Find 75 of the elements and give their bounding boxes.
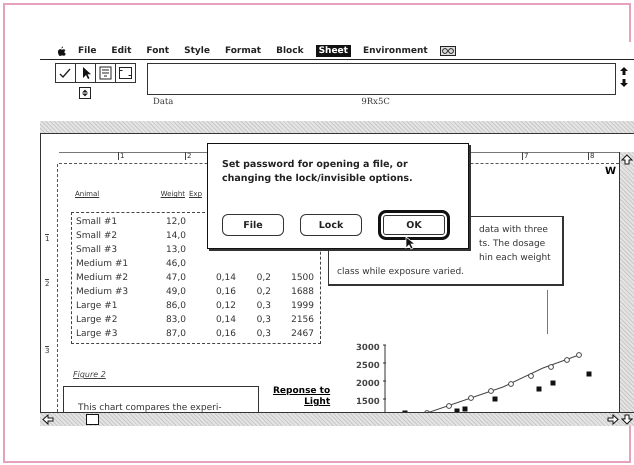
table-cell-text: Medium #3 <box>75 287 130 297</box>
chart-title: Light <box>304 397 330 408</box>
table-cell-text: 46,0 <box>164 259 186 269</box>
figure-caption: Figure 2 <box>73 370 106 379</box>
table-cell-text: 49,0 <box>164 287 186 297</box>
down-arrow-icon <box>621 414 633 425</box>
table-cell-text: Medium #1 <box>75 259 130 269</box>
heading-text: W <box>605 166 616 177</box>
text-line: data with three <box>479 224 549 237</box>
dialog-message: Set password for opening a file, or changing the lock/invisible options. <box>222 158 414 186</box>
table-cell-text: 2156 <box>290 315 314 325</box>
frame-icon[interactable] <box>116 65 134 81</box>
list-box-icon[interactable] <box>96 65 114 81</box>
table-cell-text: 0,16 <box>214 287 236 297</box>
dialog-button[interactable]: OK <box>378 210 450 240</box>
chart-title: Reponse to <box>273 386 330 397</box>
dialog-button[interactable]: File <box>222 214 284 236</box>
table-cell-text: Small #2 <box>75 231 118 241</box>
table-cell-text: 0,3 <box>256 315 271 325</box>
table-cell-text: 1999 <box>290 301 314 311</box>
menu-item[interactable]: File <box>75 44 100 56</box>
table-cell-text: 0,16 <box>214 329 236 339</box>
scroll-thumb[interactable] <box>86 414 99 425</box>
menu-item[interactable]: Environment <box>360 44 431 56</box>
table-cell-text: 83,0 <box>164 315 186 325</box>
menu-item[interactable]: Style <box>181 44 213 56</box>
table-cell-text: Small #1 <box>75 217 118 227</box>
left-arrow-icon <box>42 414 54 425</box>
table-cell-text: Large #3 <box>75 329 118 339</box>
glasses-icon <box>440 46 456 56</box>
menu-item[interactable]: Block <box>273 44 307 56</box>
table-cell-text: Large #2 <box>75 315 118 325</box>
text-line: ts. The dosage <box>479 238 546 251</box>
table-cell-text: 47,0 <box>164 273 186 283</box>
down-arrow-icon[interactable] <box>620 79 628 87</box>
right-arrow-icon <box>607 414 619 425</box>
table-cell-text: 2467 <box>290 329 314 339</box>
tick-label: 2500 <box>356 361 380 372</box>
table-cell-text: 1500 <box>290 273 314 283</box>
menu-item[interactable]: Font <box>143 44 172 56</box>
vertical-scrollbar[interactable] <box>619 152 634 412</box>
tick-label: 2000 <box>356 379 380 390</box>
table-cell-text: 87,0 <box>164 329 186 339</box>
up-arrow-icon[interactable] <box>620 67 628 75</box>
table-cell-text: 0,14 <box>214 315 236 325</box>
split-icon[interactable] <box>79 87 91 99</box>
table-cell-text: 0,2 <box>256 273 271 283</box>
text-line: hin each weight <box>479 252 552 265</box>
up-arrow-icon <box>621 154 633 166</box>
formula-field[interactable] <box>147 63 616 95</box>
table-cell-text: 13,0 <box>164 245 186 255</box>
menu-item[interactable]: Format <box>222 44 264 56</box>
table-cell-text: 1688 <box>290 287 314 297</box>
cell-reference: Data <box>153 97 174 107</box>
table-cell-text: 86,0 <box>164 301 186 311</box>
dialog-button[interactable]: Lock <box>300 214 362 236</box>
sheet-dimensions: 9Rx5C <box>361 97 390 107</box>
table-cell-text: 14,0 <box>164 231 186 241</box>
tick-label: 3000 <box>356 343 380 354</box>
description-text: This chart compares the experi- <box>78 403 222 412</box>
table-cell-text: Small #3 <box>75 245 118 255</box>
table-cell-text: 0,12 <box>214 301 236 311</box>
menu-item[interactable]: Edit <box>108 44 134 56</box>
table-cell-text: Large #1 <box>75 301 118 311</box>
horizontal-scrollbar[interactable] <box>40 412 634 426</box>
table-cell-text: 0,2 <box>256 287 271 297</box>
menu-item[interactable]: Sheet <box>316 44 351 56</box>
table-cell-text: Medium #2 <box>75 273 130 283</box>
tick-label: 1500 <box>356 397 380 408</box>
table-cell-text: 0,3 <box>256 329 271 339</box>
table-cell-text: 0,14 <box>214 273 236 283</box>
table-cell-text: 12,0 <box>164 217 186 227</box>
apple-icon <box>57 46 66 56</box>
text-line: class while exposure varied. <box>337 266 466 279</box>
table-cell-text: 0,3 <box>256 301 271 311</box>
